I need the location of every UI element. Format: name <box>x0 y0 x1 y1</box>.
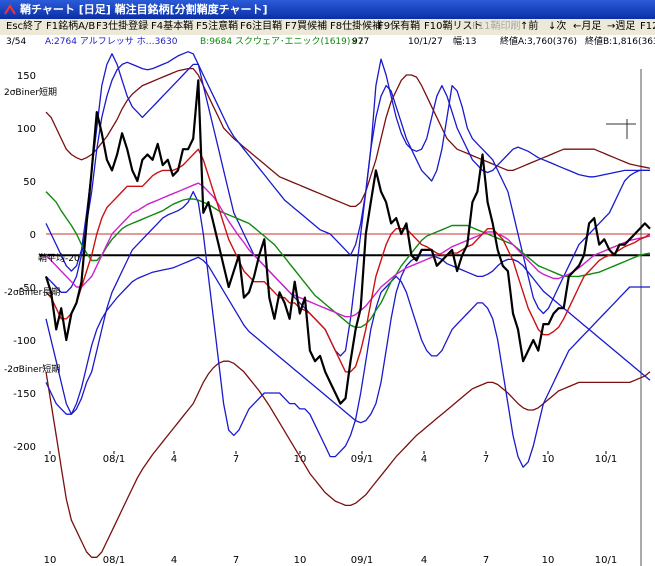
x-tick-label: 4 <box>421 454 427 465</box>
x-tick-label: 7 <box>483 454 489 465</box>
series-ma-mid <box>45 182 651 318</box>
x-tick-label: 7 <box>233 454 239 465</box>
fkey-1[interactable]: F1銘柄A/B <box>46 20 95 34</box>
y-tick-label: -150 <box>13 389 36 400</box>
x-tick-label-bottom: 7 <box>483 555 489 566</box>
record-count: 3/54 <box>6 37 27 47</box>
x-tick-label: 08/1 <box>103 454 125 465</box>
x-tick-label: 10 <box>542 454 555 465</box>
fkey-3[interactable]: F4基本鞘 <box>151 20 193 34</box>
fkey-8[interactable]: F9保有鞘 <box>378 20 420 34</box>
series-band2sigma-long-lower <box>45 254 651 424</box>
x-tick-label-bottom: 10 <box>294 555 307 566</box>
chart-canvas[interactable]: 150100500-50-100-150-200101008/108/14477… <box>0 49 655 566</box>
stock-b-label: B:9684 スクウェア･エニック(1619)×2 <box>200 37 364 47</box>
current-date: 10/1/27 <box>408 37 443 47</box>
y-tick-label: -100 <box>13 336 36 347</box>
window-title: 鞘チャート [日足] 鞘注目銘柄[分割鞘度チャート] <box>20 3 268 16</box>
fkey-0[interactable]: Esc終了 <box>6 20 43 34</box>
series-ratio <box>44 79 651 405</box>
y-tick-label: 50 <box>23 177 36 188</box>
fkey-12[interactable]: ↓次 <box>548 20 566 34</box>
annotation-label: -2σBiner短期 <box>4 363 60 375</box>
band-width: 幅:13 <box>453 37 477 47</box>
y-tick-label: -200 <box>13 442 36 453</box>
x-tick-label: 10/1 <box>595 454 617 465</box>
annotation-label: -2σBiner長期 <box>4 287 60 298</box>
series-ma-long <box>45 191 651 328</box>
series-band-outer-lower <box>45 360 651 558</box>
fkey-13[interactable]: ←月足 <box>573 20 601 34</box>
x-tick-label: 4 <box>171 454 177 465</box>
fkey-7[interactable]: F8仕掛候補 <box>330 20 382 34</box>
annotation-label: 鞘平均-20 <box>38 252 80 264</box>
stock-a-label: A:2764 アルフレッサ ホ…3630 <box>45 37 178 47</box>
chart-window: 鞘チャート [日足] 鞘注目銘柄[分割鞘度チャート] Esc終了 F1銘柄A/B F… <box>0 0 655 566</box>
x-tick-label: 10 <box>44 454 57 465</box>
spread-chart[interactable]: 150 100 50 0 -50 -100 -150 -200 10 10 08/1 08/1 4 4 7 7… <box>0 49 655 566</box>
x-tick-label-bottom: 4 <box>421 555 427 566</box>
x-tick-label-bottom: 4 <box>171 555 177 566</box>
info-bar: 3/54 A:2764 アルフレッサ ホ…3630 B:9684 スクウェア･エ… <box>0 35 655 49</box>
x-tick-label: 09/1 <box>351 454 373 465</box>
close-a: 終値A:3,760(376) <box>500 37 577 47</box>
series-band2sigma-long-upper <box>45 51 650 293</box>
app-icon <box>4 4 16 15</box>
fkey-15[interactable]: F12 <box>640 20 655 34</box>
y-tick-label: 0 <box>30 230 36 241</box>
fkey-10[interactable]: F11鞘印刷 <box>472 20 520 34</box>
fkey-2[interactable]: F3仕掛登録 <box>96 20 148 34</box>
y-tick-label: 150 <box>17 71 36 82</box>
x-tick-label-bottom: 7 <box>233 555 239 566</box>
title-bar[interactable]: 鞘チャート [日足] 鞘注目銘柄[分割鞘度チャート] <box>0 0 655 19</box>
ratio-value: 977 <box>352 37 370 47</box>
fkey-4[interactable]: F5注意鞘 <box>196 20 238 34</box>
x-tick-label-bottom: 09/1 <box>351 555 373 566</box>
function-key-bar: Esc終了 F1銘柄A/B F3仕掛登録 F4基本鞘 F5注意鞘 F6注目鞘 F7買候補 F8… <box>0 19 655 36</box>
x-tick-label-bottom: 08/1 <box>103 555 125 566</box>
x-tick-label-bottom: 10/1 <box>595 555 617 566</box>
series-band2sigma-short-lower <box>45 190 650 468</box>
fkey-11[interactable]: ↑前 <box>520 20 538 34</box>
x-tick-label-bottom: 10 <box>44 555 57 566</box>
fkey-6[interactable]: F7買候補 <box>285 20 327 34</box>
fkey-14[interactable]: →週足 <box>607 20 635 34</box>
annotation-label: 2σBiner短期 <box>4 86 57 98</box>
close-b: 終値B:1,816(363) <box>585 37 655 47</box>
fkey-5[interactable]: F6注目鞘 <box>240 20 282 34</box>
y-tick-label: 100 <box>17 124 36 135</box>
x-tick-label-bottom: 10 <box>542 555 555 566</box>
